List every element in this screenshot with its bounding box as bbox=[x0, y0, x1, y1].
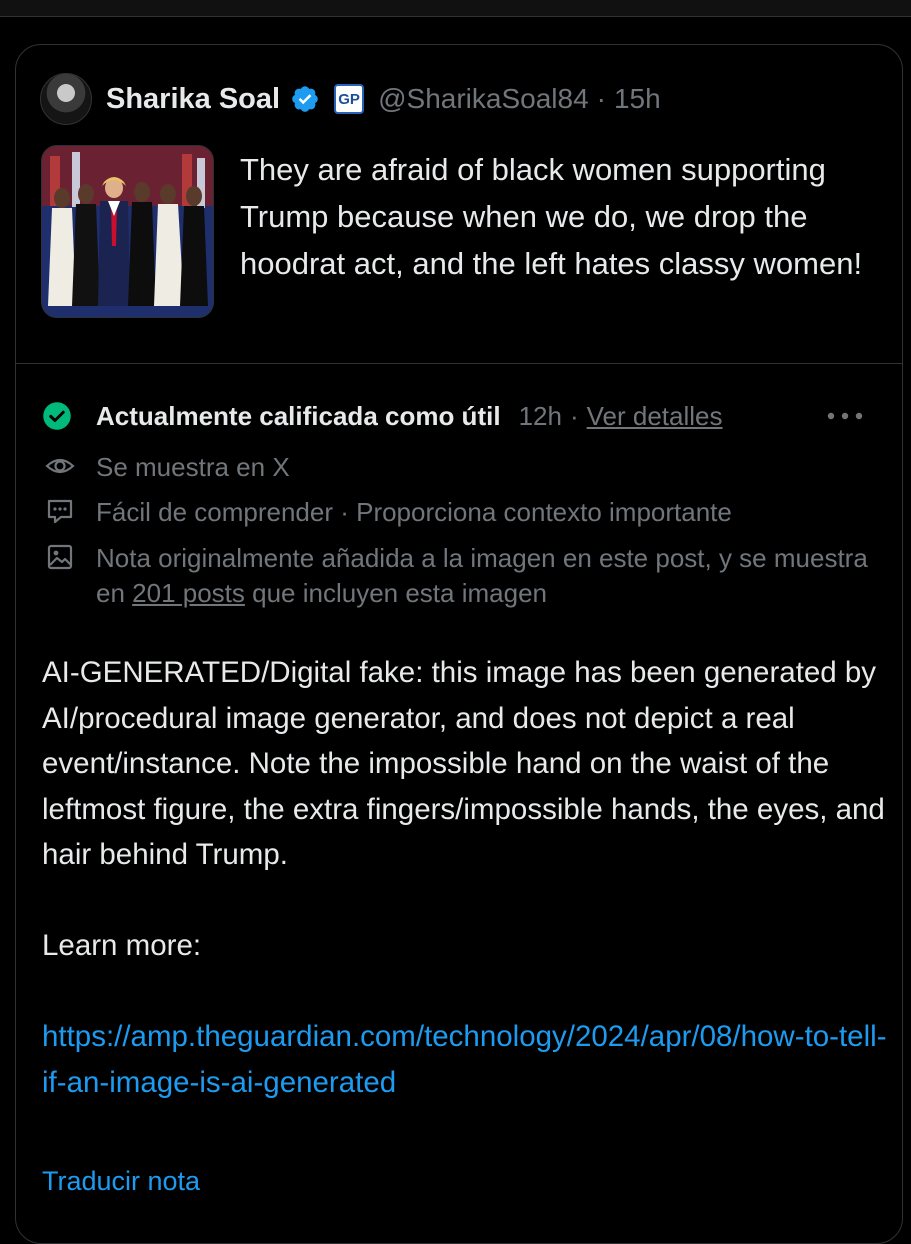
note-body: AI-GENERATED/Digital fake: this image ha… bbox=[42, 650, 892, 1105]
divider bbox=[15, 363, 903, 364]
ratings-text: Fácil de comprender · Proporciona contex… bbox=[96, 497, 732, 527]
author-name[interactable]: Sharika Soal bbox=[106, 83, 280, 116]
learn-more-label: Learn more: bbox=[42, 929, 202, 962]
community-note-header: Actualmente calificada como útil 12h · V… bbox=[42, 396, 872, 436]
image-note-text: Nota originalmente añadida a la imagen e… bbox=[96, 541, 874, 611]
image-note-suffix: que incluyen esta imagen bbox=[244, 578, 547, 608]
view-details-link[interactable]: Ver detalles bbox=[587, 401, 723, 432]
verified-badge-icon bbox=[292, 86, 318, 112]
message-icon bbox=[47, 499, 73, 524]
author-handle[interactable]: @SharikaSoal84 bbox=[378, 83, 589, 115]
separator: · bbox=[569, 400, 579, 431]
translate-note-link[interactable]: Traducir nota bbox=[42, 1166, 200, 1197]
ratings-row: Fácil de comprender · Proporciona contex… bbox=[44, 495, 874, 530]
source-link[interactable]: https://amp.theguardian.com/technology/2… bbox=[42, 1020, 887, 1099]
affiliate-badge[interactable]: GP bbox=[334, 84, 365, 114]
post-image[interactable] bbox=[41, 145, 214, 318]
post-header: Sharika Soal GP @SharikaSoal84 · 15h bbox=[40, 73, 840, 125]
shown-on-text: Se muestra en X bbox=[96, 452, 290, 482]
eye-icon bbox=[45, 458, 75, 474]
image-note-row: Nota originalmente añadida a la imagen e… bbox=[44, 541, 874, 611]
post-image-graphic bbox=[42, 146, 213, 317]
post-text: They are afraid of black women supportin… bbox=[240, 152, 863, 281]
image-icon bbox=[47, 544, 73, 570]
more-icon[interactable] bbox=[822, 400, 868, 430]
post-time[interactable]: 15h bbox=[614, 83, 661, 115]
note-status: Actualmente calificada como útil bbox=[96, 400, 501, 431]
note-time: 12h bbox=[518, 400, 562, 431]
shown-on-row: Se muestra en X bbox=[44, 450, 874, 485]
avatar[interactable] bbox=[40, 73, 92, 125]
note-body-text: AI-GENERATED/Digital fake: this image ha… bbox=[42, 656, 885, 871]
top-bar bbox=[0, 0, 911, 17]
separator: · bbox=[596, 83, 606, 114]
posts-count-link[interactable]: 201 posts bbox=[132, 578, 245, 608]
check-circle-icon bbox=[43, 402, 71, 430]
